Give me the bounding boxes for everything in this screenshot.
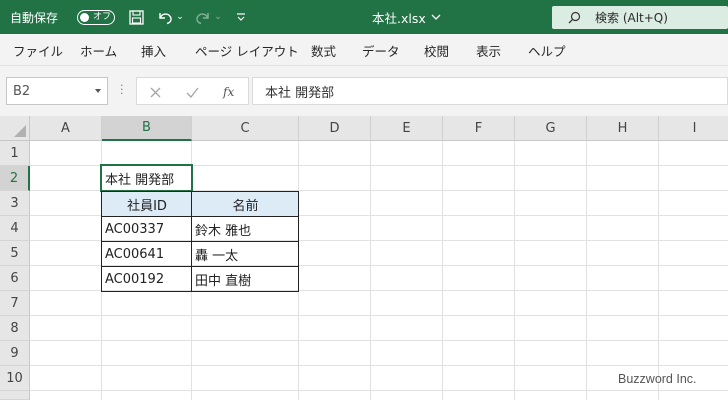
row-header-3[interactable]: 3 [0, 191, 30, 216]
row-header-7[interactable]: 7 [0, 291, 30, 316]
toggle-knob [80, 13, 89, 22]
row-header-2[interactable]: 2 [0, 166, 30, 191]
cancel-icon[interactable] [150, 82, 161, 102]
search-icon [568, 11, 581, 24]
chevron-down-icon [431, 14, 441, 21]
ribbon-tabs: ファイル ホーム 挿入 ページ レイアウト 数式 データ 校閲 表示 ヘルプ [0, 34, 728, 66]
column-header-b[interactable]: B [102, 116, 192, 141]
tab-data[interactable]: データ [362, 34, 400, 66]
autosave-toggle[interactable]: オフ [77, 10, 115, 25]
table-border [101, 266, 299, 267]
column-header-g[interactable]: G [515, 116, 587, 141]
tab-home[interactable]: ホーム [80, 34, 117, 66]
tab-review[interactable]: 校閲 [424, 34, 449, 66]
column-header-h[interactable]: H [587, 116, 659, 141]
gridline [30, 390, 728, 391]
save-icon[interactable] [127, 8, 145, 26]
undo-icon[interactable] [156, 8, 174, 26]
formula-input[interactable]: 本社 開発部 [252, 77, 728, 105]
tab-page-layout[interactable]: ページ レイアウト [195, 34, 299, 66]
file-title[interactable]: 本社.xlsx [372, 0, 441, 34]
formula-buttons: fx [136, 77, 249, 105]
table-border [101, 241, 299, 242]
row-header-9[interactable]: 9 [0, 341, 30, 366]
select-all-button[interactable] [0, 116, 30, 141]
row-header-1[interactable]: 1 [0, 141, 30, 166]
tab-insert[interactable]: 挿入 [141, 34, 166, 66]
worksheet-grid[interactable]: A B C D E F G H I 1 2 3 4 5 6 7 8 9 10 本… [0, 116, 728, 400]
row-header-4[interactable]: 4 [0, 216, 30, 241]
gridline [30, 315, 728, 316]
name-box-value: B2 [13, 83, 31, 99]
row-header-11[interactable] [0, 391, 30, 400]
select-all-icon [14, 125, 26, 137]
selected-cell-border [100, 164, 193, 192]
column-header-f[interactable]: F [443, 116, 515, 141]
search-box[interactable]: 検索 (Alt+Q) [552, 6, 728, 29]
column-header-e[interactable]: E [371, 116, 443, 141]
undo-dropdown-icon[interactable]: ⌄ [175, 8, 185, 26]
row-header-10[interactable]: 10 [0, 366, 30, 391]
gridline [586, 141, 587, 400]
autosave-state: オフ [93, 12, 112, 22]
redo-dropdown-icon[interactable]: ⌄ [213, 8, 223, 26]
enter-check-icon[interactable] [186, 82, 199, 102]
watermark: Buzzword Inc. [618, 372, 697, 386]
tab-formulas[interactable]: 数式 [311, 34, 336, 66]
tab-view[interactable]: 表示 [476, 34, 501, 66]
tab-help[interactable]: ヘルプ [528, 34, 566, 66]
gridline [658, 141, 659, 400]
name-box[interactable]: B2 [6, 77, 108, 105]
formula-bar-grip-icon[interactable]: · · · [120, 80, 124, 99]
row-header-6[interactable]: 6 [0, 266, 30, 291]
redo-icon[interactable] [194, 8, 212, 26]
search-placeholder: 検索 (Alt+Q) [595, 11, 668, 25]
column-header-d[interactable]: D [299, 116, 371, 141]
gridline [370, 141, 371, 400]
row-header-5[interactable]: 5 [0, 241, 30, 266]
file-name: 本社.xlsx [372, 10, 426, 26]
gridline [442, 141, 443, 400]
name-box-dropdown-icon[interactable] [95, 89, 101, 93]
table-border [101, 216, 299, 217]
column-header-c[interactable]: C [192, 116, 299, 141]
column-header-a[interactable]: A [30, 116, 102, 141]
gridline [30, 340, 728, 341]
gridline [30, 365, 728, 366]
row-header-8[interactable]: 8 [0, 316, 30, 341]
gridline [514, 141, 515, 400]
insert-function-icon[interactable]: fx [223, 82, 234, 102]
title-bar: 自動保存 オフ ⌄ ⌄ 本社.xlsx 検索 (Alt+Q) [0, 0, 728, 34]
tab-file[interactable]: ファイル [13, 34, 63, 66]
autosave-label: 自動保存 [10, 10, 59, 25]
customize-toolbar-icon[interactable] [234, 8, 248, 26]
column-header-i[interactable]: I [659, 116, 728, 141]
